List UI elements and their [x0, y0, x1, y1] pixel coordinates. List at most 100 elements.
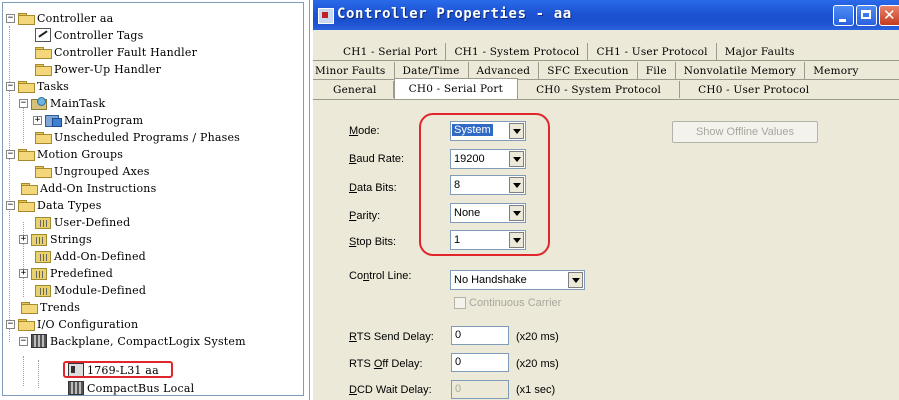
folder-icon: [35, 46, 52, 59]
tree-item-mainprogram[interactable]: + MainProgram: [33, 112, 143, 128]
tab-ch1-user-protocol[interactable]: CH1 - User Protocol: [588, 43, 717, 60]
tree-item-label: Predefined: [50, 266, 113, 280]
baud-rate-label: Baud Rate:: [349, 153, 405, 165]
tab-advanced[interactable]: Advanced: [469, 62, 540, 79]
dcd-wait-delay-value: 0: [455, 383, 462, 395]
title-bar[interactable]: Controller Properties - aa: [313, 0, 899, 30]
tab-memory[interactable]: Memory: [805, 62, 866, 79]
folder-icon: [18, 318, 35, 331]
expand-icon[interactable]: +: [19, 268, 28, 278]
expand-icon[interactable]: +: [33, 115, 42, 125]
tree-item-user-defined[interactable]: User-Defined: [35, 214, 130, 230]
show-offline-values-button[interactable]: Show Offline Values: [672, 121, 818, 143]
tree-item-label: Add-On Instructions: [40, 181, 157, 195]
tree-item-controller[interactable]: − Controller aa: [6, 10, 113, 26]
tab-ch0-system-protocol[interactable]: CH0 - System Protocol: [518, 81, 681, 98]
collapse-icon[interactable]: −: [6, 319, 15, 329]
expand-icon[interactable]: +: [19, 234, 28, 244]
data-type-icon: [35, 216, 51, 229]
backplane-icon: [31, 334, 47, 348]
maximize-button[interactable]: [856, 5, 877, 26]
data-bits-label: Data Bits:: [349, 182, 397, 194]
tree-item-controller-tags[interactable]: Controller Tags: [35, 27, 143, 43]
controller-tags-icon: [35, 28, 51, 42]
dcd-wait-delay-unit: (x1 sec): [516, 384, 556, 396]
folder-icon: [35, 165, 52, 178]
tree-item-label: Trends: [40, 300, 81, 314]
minimize-button[interactable]: [833, 5, 854, 26]
tree-item-maintask[interactable]: − MainTask: [19, 95, 105, 111]
tab-sfc-execution[interactable]: SFC Execution: [539, 62, 638, 79]
task-icon: [31, 97, 47, 110]
rts-off-delay-label: RTS Off Delay:: [349, 358, 423, 370]
tree-item-label: Add-On-Defined: [54, 249, 146, 263]
tree-item-controller-fault-handler[interactable]: Controller Fault Handler: [35, 44, 197, 60]
folder-icon: [18, 80, 35, 93]
tree-item-motion-groups[interactable]: − Motion Groups: [6, 146, 123, 162]
tree-item-trends[interactable]: Trends: [21, 299, 80, 315]
tree-item-add-on-defined[interactable]: Add-On-Defined: [35, 248, 146, 264]
stop-bits-label: Stop Bits:: [349, 236, 397, 248]
tree-item-label: MainTask: [50, 96, 106, 110]
collapse-icon[interactable]: −: [19, 98, 28, 108]
tree-item-io-configuration[interactable]: − I/O Configuration: [6, 316, 138, 332]
tree-item-label: Strings: [50, 232, 92, 246]
control-line-select[interactable]: No Handshake: [450, 270, 585, 290]
tree-item-label: Controller Fault Handler: [54, 45, 198, 59]
close-button[interactable]: [879, 5, 899, 26]
tree-item-backplane[interactable]: − Backplane, CompactLogix System: [19, 333, 246, 349]
rts-send-delay-input[interactable]: 0: [451, 326, 509, 345]
collapse-icon[interactable]: −: [6, 200, 15, 210]
controller-organizer-tree: − Controller aa Controller Tags Controll…: [0, 0, 310, 400]
folder-icon: [21, 301, 38, 314]
tree-guide-line: [23, 108, 24, 143]
dcd-wait-delay-label: DCD Wait Delay:: [349, 384, 432, 396]
tab-major-faults[interactable]: Major Faults: [717, 43, 803, 60]
app-icon: [318, 8, 334, 24]
tree-item-add-on-instructions[interactable]: Add-On Instructions: [21, 180, 156, 196]
collapse-icon[interactable]: −: [6, 13, 15, 23]
tab-ch0-user-protocol[interactable]: CH0 - User Protocol: [680, 81, 827, 98]
tab-ch0-serial-port[interactable]: CH0 - Serial Port: [393, 78, 519, 99]
folder-icon: [18, 148, 35, 161]
tree-item-label: Module-Defined: [54, 283, 147, 297]
mode-label: Mode:: [349, 125, 380, 137]
tree-item-tasks[interactable]: − Tasks: [6, 78, 69, 94]
tree-item-label: Tasks: [37, 79, 69, 93]
rts-off-delay-value: 0: [455, 356, 462, 368]
rts-send-delay-unit: (x20 ms): [516, 331, 559, 343]
tree-item-unscheduled-programs[interactable]: Unscheduled Programs / Phases: [35, 129, 240, 145]
collapse-icon[interactable]: −: [6, 81, 15, 91]
tree-item-predefined[interactable]: + Predefined: [19, 265, 113, 281]
tree-item-label: Backplane, CompactLogix System: [50, 334, 246, 348]
tree-item-strings[interactable]: + Strings: [19, 231, 92, 247]
tab-ch1-serial-port[interactable]: CH1 - Serial Port: [335, 43, 447, 60]
tree-item-module-defined[interactable]: Module-Defined: [35, 282, 146, 298]
tab-ch1-system-protocol[interactable]: CH1 - System Protocol: [446, 43, 589, 60]
collapse-icon[interactable]: −: [19, 336, 28, 346]
collapse-icon[interactable]: −: [6, 149, 15, 159]
tree-item-compactbus-local[interactable]: CompactBus Local: [68, 380, 194, 396]
tab-separator: [313, 99, 899, 100]
tree-item-ungrouped-axes[interactable]: Ungrouped Axes: [35, 163, 150, 179]
folder-icon: [35, 131, 52, 144]
tab-nonvolatile-memory[interactable]: Nonvolatile Memory: [676, 62, 806, 79]
program-icon: [45, 114, 62, 127]
tree-item-power-up-handler[interactable]: Power-Up Handler: [35, 61, 161, 77]
tab-minor-faults[interactable]: Minor Faults: [313, 62, 395, 79]
tree-guide-line: [38, 360, 39, 388]
dcd-wait-delay-input[interactable]: 0: [451, 380, 509, 399]
tree-item-label: I/O Configuration: [37, 317, 139, 331]
tab-general[interactable]: General: [317, 81, 394, 98]
tab-row-3: General CH0 - Serial Port CH0 - System P…: [317, 78, 827, 99]
chevron-down-icon[interactable]: [568, 272, 583, 288]
rts-off-delay-input[interactable]: 0: [451, 353, 509, 372]
continuous-carrier-checkbox[interactable]: [454, 297, 466, 309]
control-line-value: No Handshake: [454, 274, 527, 286]
tree-item-data-types[interactable]: − Data Types: [6, 197, 102, 213]
tab-date-time[interactable]: Date/Time: [395, 62, 469, 79]
data-type-icon: [35, 250, 51, 263]
show-offline-values-label: Show Offline Values: [695, 126, 795, 138]
tab-file[interactable]: File: [638, 62, 676, 79]
control-line-label: Control Line:: [349, 270, 412, 282]
